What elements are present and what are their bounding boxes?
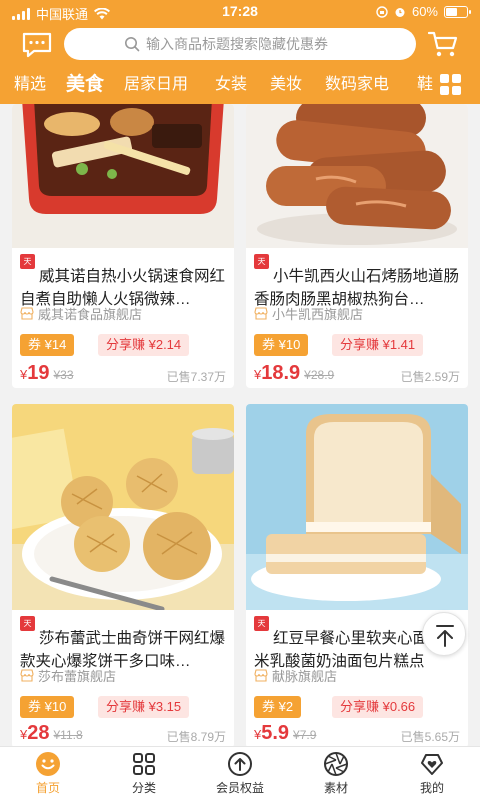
sold-count: 已售2.59万: [400, 370, 460, 384]
store-icon: [254, 669, 268, 682]
original-price: ¥28.9: [304, 368, 335, 382]
header: 中国联通 17:28 60% 精选 美食 居家日用 女装 美妆 数码家电 鞋: [0, 0, 480, 104]
alarm-icon: [395, 7, 405, 17]
share-earn-badge[interactable]: 分享赚 ¥1.41: [332, 334, 424, 356]
product-card[interactable]: 天猫 小牛凯西火山石烤肠地道肠香肠肉肠黑胡椒热狗台… 小牛凯西旗舰店 券 ¥10 …: [246, 104, 468, 388]
cart-icon[interactable]: [428, 30, 458, 58]
shop-name[interactable]: 威其诺食品旗舰店: [20, 304, 142, 323]
coupon-badge[interactable]: 券 ¥10: [254, 334, 309, 356]
tmall-badge: 天猫: [20, 254, 35, 281]
share-earn-badge[interactable]: 分享赚 ¥3.15: [98, 696, 190, 718]
arrow-up-icon: [436, 625, 454, 647]
shop-name[interactable]: 小牛凯西旗舰店: [254, 304, 363, 323]
nav-member[interactable]: 会员权益: [192, 751, 288, 799]
share-earn-badge[interactable]: 分享赚 ¥0.66: [332, 696, 424, 718]
sold-count: 已售7.37万: [166, 370, 226, 384]
price-value: 18.9: [261, 362, 301, 384]
price-block: ¥19 ¥33: [20, 362, 74, 384]
tab-jujia[interactable]: 居家日用: [124, 70, 188, 100]
tab-meishi[interactable]: 美食: [66, 70, 104, 100]
price-block: ¥18.9 ¥28.9: [254, 362, 335, 384]
bottom-nav: 首页 分类 会员权益 素材 我的: [0, 746, 480, 800]
status-bar: 中国联通 17:28 60%: [0, 0, 480, 24]
nav-mine[interactable]: 我的: [384, 751, 480, 799]
nav-category[interactable]: 分类: [96, 751, 192, 799]
product-image: [12, 104, 234, 248]
search-icon: [125, 37, 140, 52]
original-price: ¥11.8: [53, 728, 83, 742]
shop-name[interactable]: 莎布蕾旗舰店: [20, 666, 116, 685]
store-icon: [254, 307, 268, 320]
product-image: [246, 404, 468, 610]
store-icon: [20, 307, 34, 320]
tmall-badge: 天猫: [20, 616, 35, 643]
coupon-badge[interactable]: 券 ¥2: [254, 696, 302, 718]
product-title[interactable]: 天猫 莎布蕾武士曲奇饼干网红爆款夹心爆浆饼干多口味…: [20, 616, 228, 673]
message-icon[interactable]: [22, 32, 52, 58]
sold-count: 已售8.79万: [166, 730, 226, 744]
product-title[interactable]: 天猫 威其诺自热小火锅速食网红自煮自助懒人火锅微辣…: [20, 254, 228, 311]
tab-jingxuan[interactable]: 精选: [14, 70, 46, 100]
category-tabs: 精选 美食 居家日用 女装 美妆 数码家电 鞋: [0, 70, 434, 104]
tab-meizhuang[interactable]: 美妆: [270, 70, 302, 100]
shop-name[interactable]: 献脉旗舰店: [254, 666, 337, 685]
product-card[interactable]: 天猫 莎布蕾武士曲奇饼干网红爆款夹心爆浆饼干多口味… 莎布蕾旗舰店 券 ¥10 分…: [12, 404, 234, 748]
aperture-icon: [324, 752, 348, 776]
tab-xie[interactable]: 鞋: [417, 70, 433, 100]
share-earn-badge[interactable]: 分享赚 ¥2.14: [98, 334, 190, 356]
product-image: [246, 104, 468, 248]
price-value: 28: [27, 722, 50, 744]
coupon-badge[interactable]: 券 ¥10: [20, 696, 75, 718]
sold-count: 已售5.65万: [400, 730, 460, 744]
tab-nvzhuang[interactable]: 女装: [215, 70, 247, 100]
battery-icon: [444, 5, 471, 18]
tmall-badge: 天猫: [254, 616, 269, 643]
search-bar[interactable]: [64, 28, 416, 60]
price-value: 19: [27, 362, 50, 384]
search-input[interactable]: [146, 36, 356, 52]
battery-percent: 60%: [411, 4, 438, 19]
price-block: ¥5.9 ¥7.9: [254, 722, 317, 744]
back-to-top-button[interactable]: [422, 612, 466, 656]
price-value: 5.9: [261, 722, 290, 744]
nav-home[interactable]: 首页: [0, 751, 96, 799]
product-card[interactable]: 天猫 红豆早餐心里软夹心面包紫米乳酸菌奶油面包片糕点 献脉旗舰店 券 ¥2 分享赚…: [246, 404, 468, 748]
rotation-lock-icon: [376, 5, 388, 18]
all-categories-icon[interactable]: [440, 74, 462, 96]
original-price: ¥7.9: [293, 728, 317, 742]
tmall-badge: 天猫: [254, 254, 269, 281]
product-card[interactable]: 天猫 威其诺自热小火锅速食网红自煮自助懒人火锅微辣… 威其诺食品旗舰店 券 ¥14…: [12, 104, 234, 388]
price-block: ¥28 ¥11.8: [20, 722, 83, 744]
tab-shuma[interactable]: 数码家电: [325, 70, 389, 100]
heart-shield-icon: [421, 754, 443, 775]
original-price: ¥33: [53, 368, 74, 382]
member-up-arrow-icon: [228, 752, 252, 776]
store-icon: [20, 669, 34, 682]
nav-material[interactable]: 素材: [288, 751, 384, 799]
coupon-badge[interactable]: 券 ¥14: [20, 334, 75, 356]
home-face-icon: [36, 752, 60, 776]
category-grid-icon: [133, 753, 155, 775]
product-image: [12, 404, 234, 610]
product-title[interactable]: 天猫 小牛凯西火山石烤肠地道肠香肠肉肠黑胡椒热狗台…: [254, 254, 462, 311]
